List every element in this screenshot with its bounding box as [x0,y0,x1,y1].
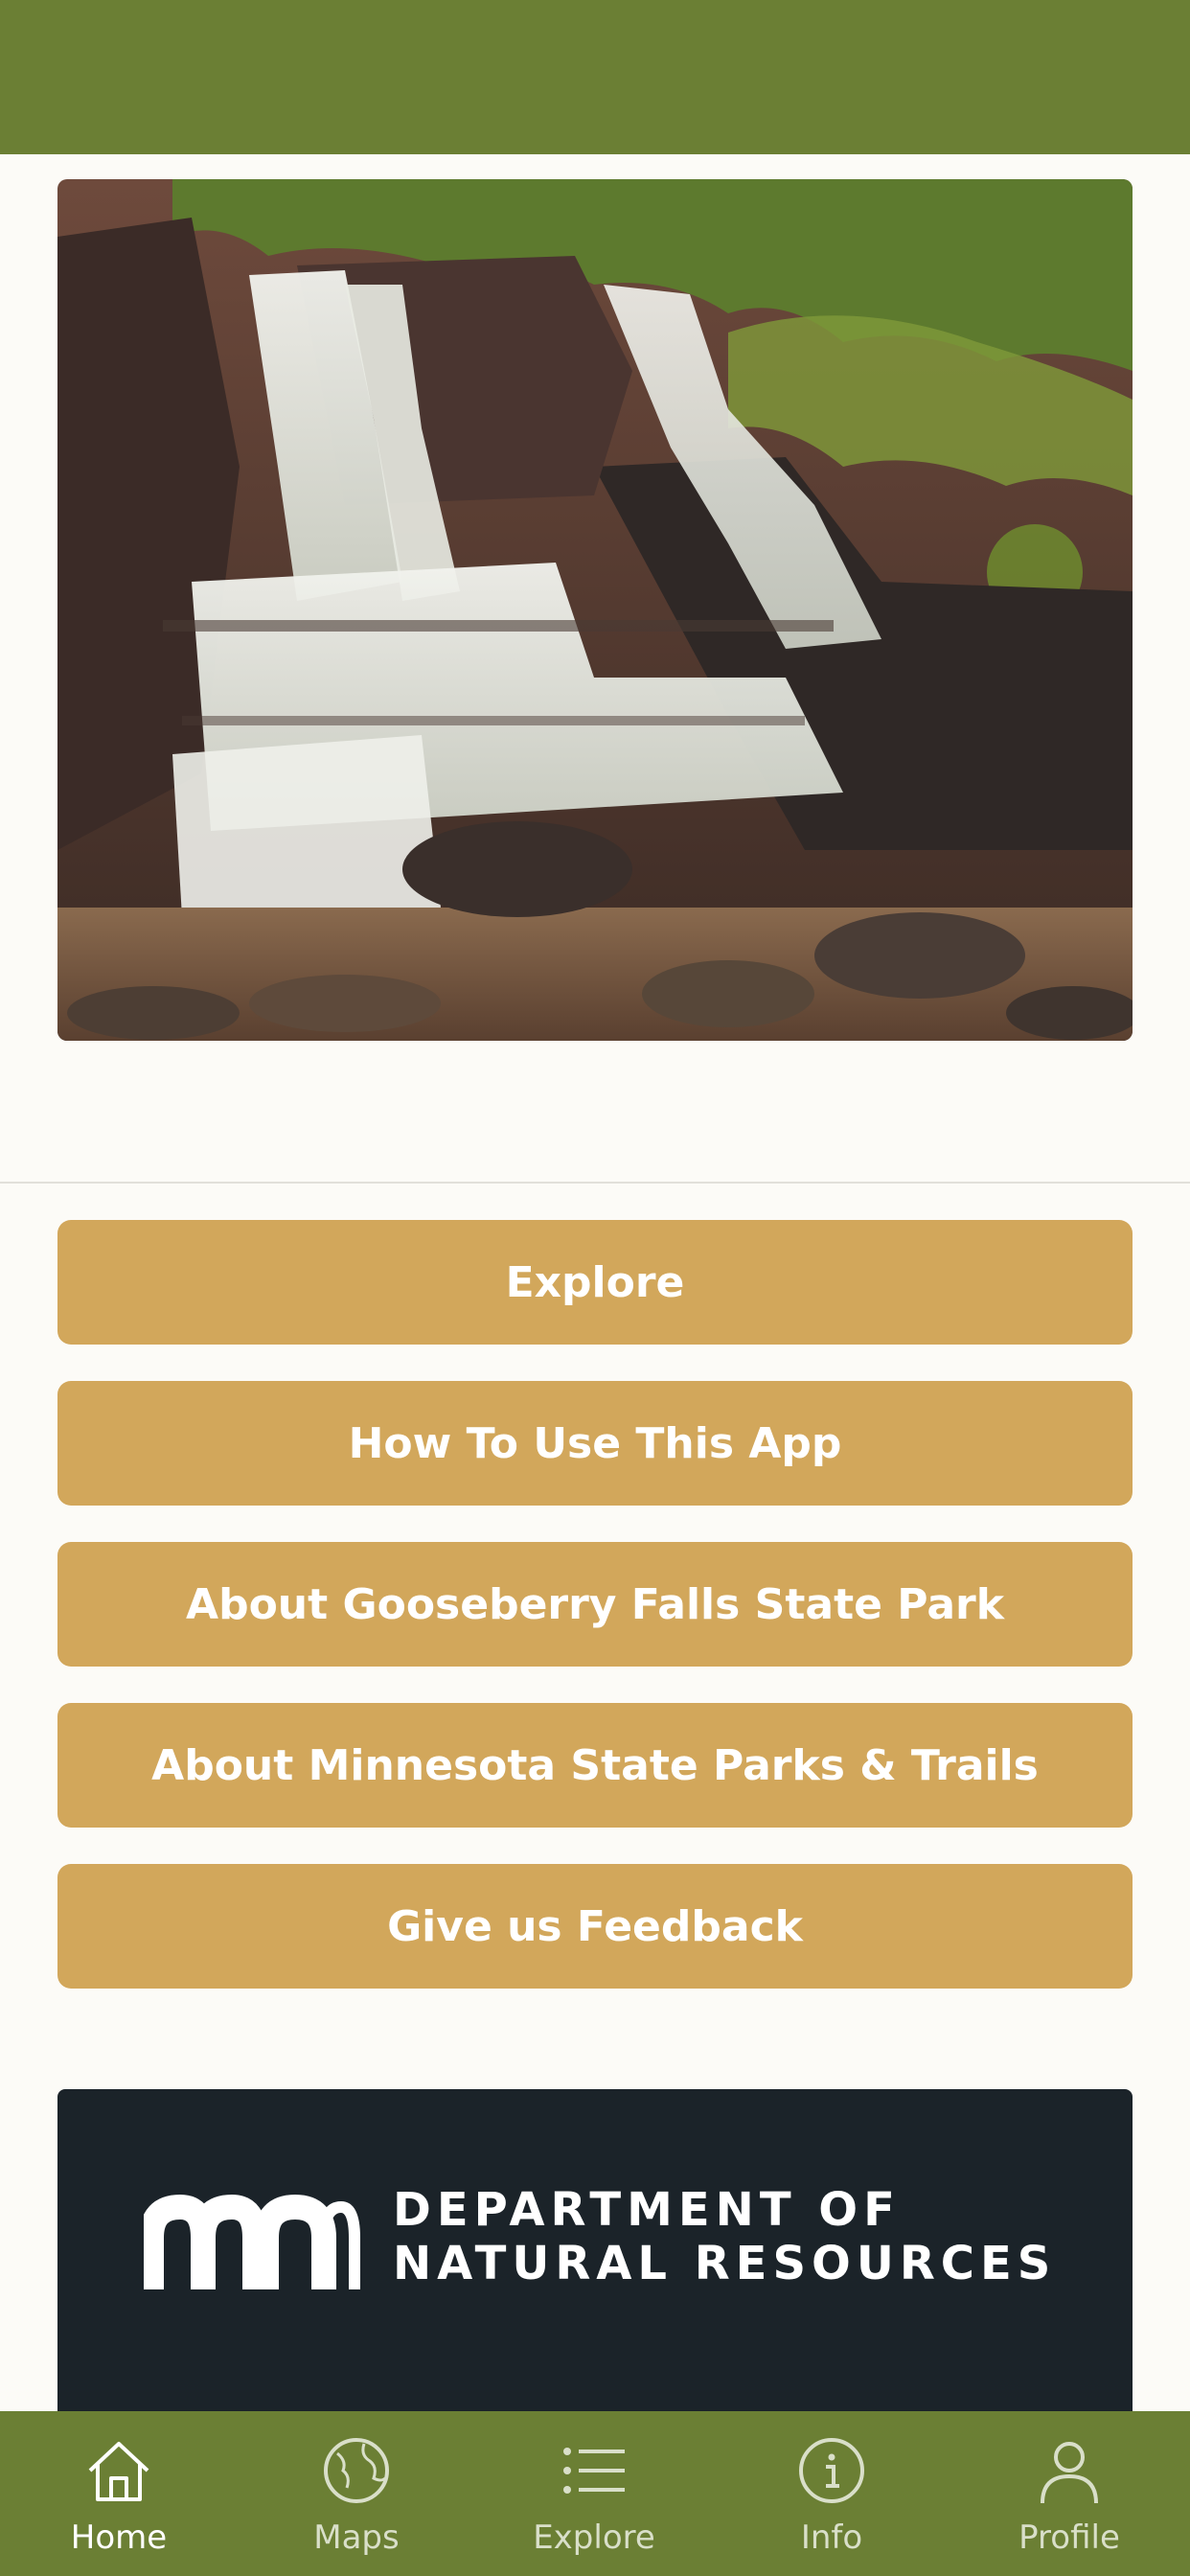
section-divider [0,1182,1190,1184]
globe-icon [324,2438,389,2503]
hero-image [57,179,1133,1041]
explore-button[interactable]: Explore [57,1220,1133,1345]
tab-explore[interactable]: Explore [475,2411,713,2576]
list-icon [563,2448,625,2494]
how-to-use-button[interactable]: How To Use This App [57,1381,1133,1506]
dnr-line1: DEPARTMENT OF [393,2183,901,2237]
tab-label-home: Home [70,2518,168,2557]
tab-label-info: Info [800,2518,863,2557]
profile-icon [1041,2442,1098,2504]
tab-profile[interactable]: Profile [950,2411,1188,2576]
about-park-button[interactable]: About Gooseberry Falls State Park [57,1542,1133,1667]
tab-home[interactable]: Home [0,2411,238,2576]
dnr-banner: DEPARTMENT OF NATURAL RESOURCES [57,2089,1133,2415]
feedback-button[interactable]: Give us Feedback [57,1864,1133,1989]
tab-label-explore: Explore [533,2518,655,2557]
about-mn-parks-button[interactable]: About Minnesota State Parks & Trails [57,1703,1133,1828]
tab-info[interactable]: Info [713,2411,950,2576]
app-header-bar [0,0,1190,154]
info-icon [799,2438,864,2503]
tab-maps[interactable]: Maps [238,2411,475,2576]
home-icon [88,2442,149,2501]
bottom-tab-bar: Home Maps Explore Info Profile [0,2411,1190,2576]
dnr-wordmark: DEPARTMENT OF NATURAL RESOURCES [393,2183,1056,2290]
tab-label-profile: Profile [1018,2518,1120,2557]
tab-label-maps: Maps [313,2518,400,2557]
dnr-logo [144,2194,360,2289]
dnr-line2: NATURAL RESOURCES [393,2237,1057,2290]
